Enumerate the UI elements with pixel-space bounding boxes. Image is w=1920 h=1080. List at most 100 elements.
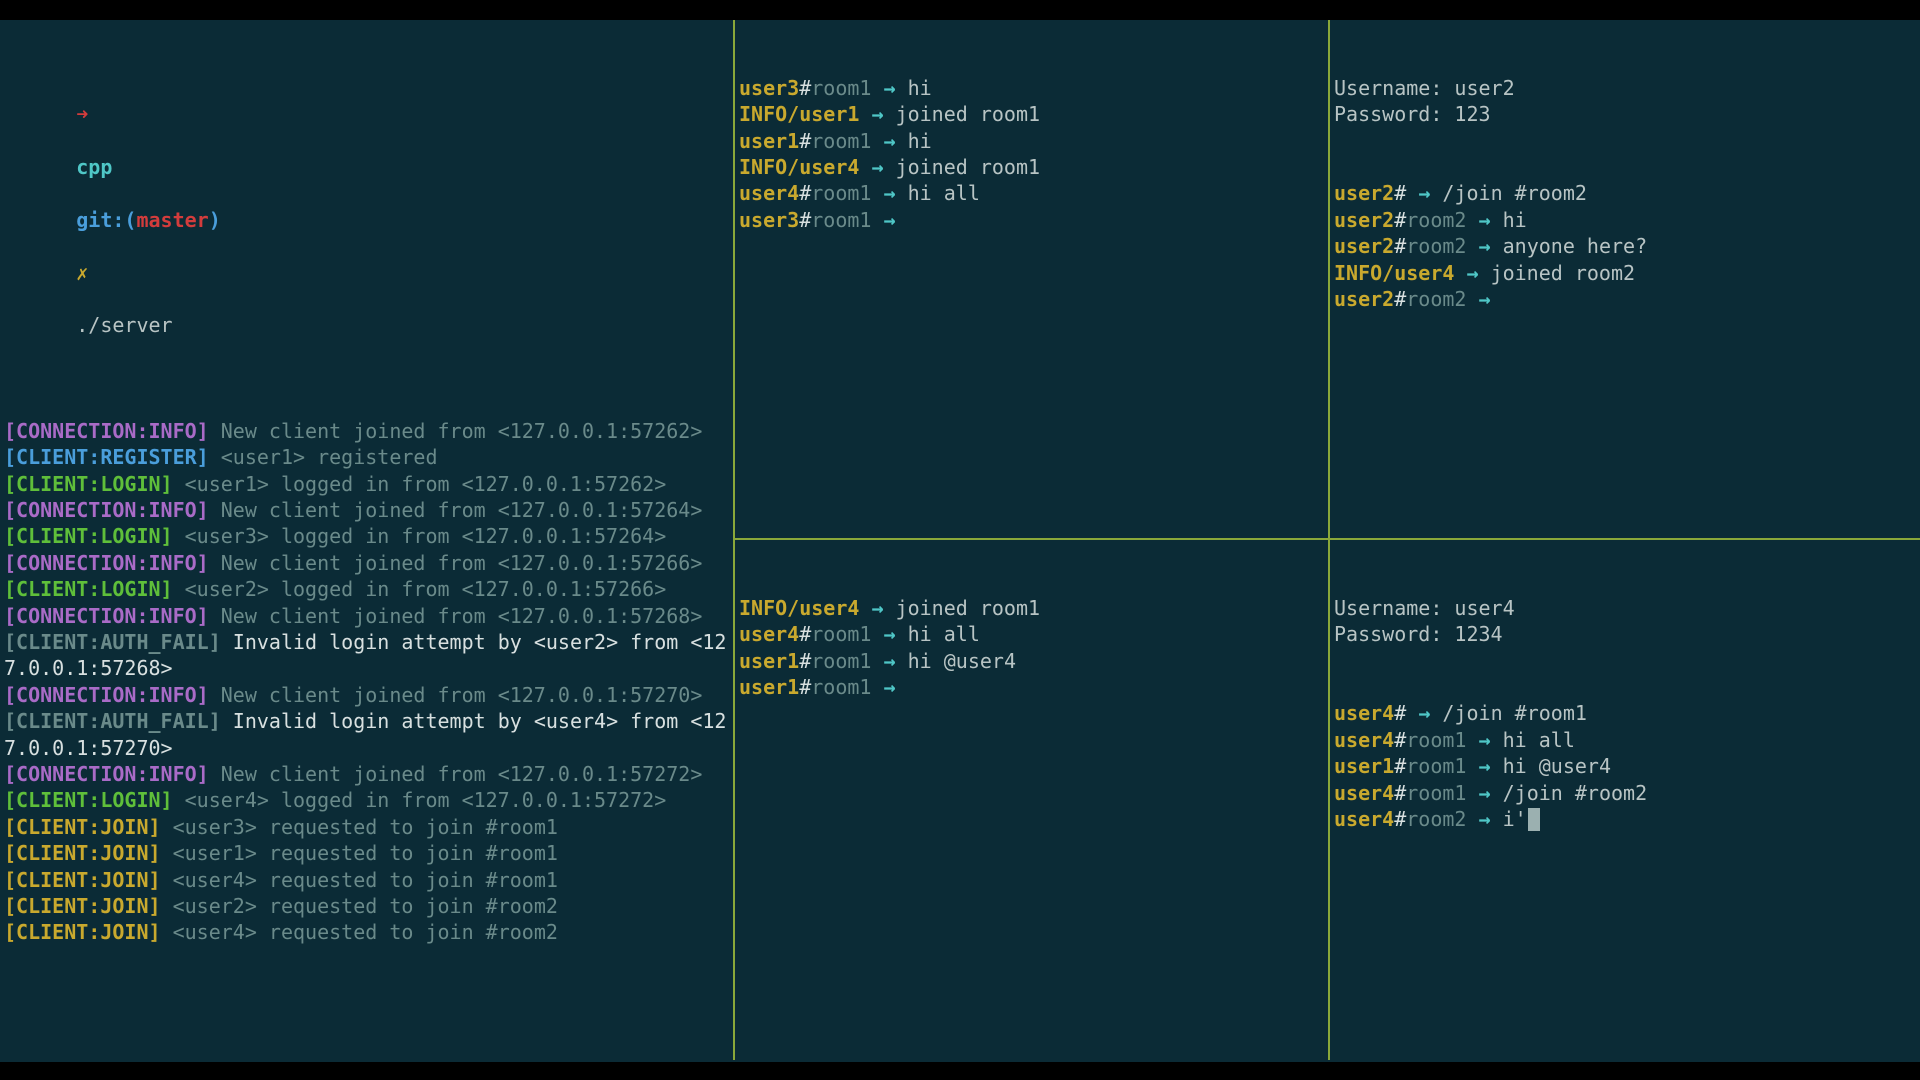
log-text: <user2> requested to join #room2 bbox=[161, 894, 558, 918]
chat-user: user1 bbox=[1334, 754, 1394, 778]
chat-user: user1 bbox=[739, 129, 799, 153]
log-text: New client joined from <127.0.0.1:57262> bbox=[209, 419, 703, 443]
chat-line: INFO/user1 → joined room1 bbox=[739, 101, 1324, 127]
chat-message: hi all bbox=[1503, 728, 1575, 752]
chat-line: user4#room2 → i' bbox=[1334, 806, 1916, 832]
login-line: Username: user2 bbox=[1334, 75, 1916, 101]
arrow-icon: → bbox=[871, 596, 883, 620]
chat-room: room2 bbox=[1406, 234, 1466, 258]
chat-room: room1 bbox=[811, 129, 871, 153]
login-line: Password: 123 bbox=[1334, 101, 1916, 127]
log-tag: [CLIENT:REGISTER] bbox=[4, 445, 209, 469]
chat-room: room1 bbox=[1406, 754, 1466, 778]
chat-message: hi all bbox=[908, 622, 980, 646]
chat-hash: # bbox=[799, 649, 811, 673]
log-text: New client joined from <127.0.0.1:57264> bbox=[209, 498, 703, 522]
chat-user: user4 bbox=[739, 181, 799, 205]
server-log-line: [CLIENT:JOIN] <user1> requested to join … bbox=[4, 840, 729, 866]
server-log-line: [CLIENT:LOGIN] <user2> logged in from <1… bbox=[4, 576, 729, 602]
prompt-command: ./server bbox=[76, 313, 172, 337]
chat-user: user2 bbox=[1334, 287, 1394, 311]
arrow-icon: → bbox=[871, 102, 883, 126]
chat-line: user4#room1 → hi all bbox=[1334, 727, 1916, 753]
chat-hash: # bbox=[1394, 208, 1406, 232]
chat-message: /join #room2 bbox=[1503, 781, 1648, 805]
chat-message: joined room1 bbox=[896, 102, 1041, 126]
arrow-icon: → bbox=[884, 181, 896, 205]
chat-line: user1#room1 → bbox=[739, 674, 1324, 700]
pane-server[interactable]: ➜ cpp git:(master) ✗ ./server [CONNECTIO… bbox=[0, 20, 735, 1060]
log-tag: [CLIENT:LOGIN] bbox=[4, 577, 173, 601]
chat-room: room1 bbox=[811, 675, 871, 699]
server-log-line: [CLIENT:REGISTER] <user1> registered bbox=[4, 444, 729, 470]
arrow-icon: → bbox=[1466, 261, 1478, 285]
chat-room: room2 bbox=[1406, 287, 1466, 311]
arrow-icon: → bbox=[1479, 754, 1491, 778]
chat-user: user4 bbox=[1334, 728, 1394, 752]
login-value: 1234 bbox=[1454, 622, 1502, 646]
chat-hash: # bbox=[1394, 754, 1406, 778]
chat-hash: # bbox=[799, 675, 811, 699]
log-text: <user3> logged in from <127.0.0.1:57264> bbox=[173, 524, 667, 548]
chat-hash: # bbox=[1394, 781, 1406, 805]
prompt-git-open: git:( bbox=[76, 208, 136, 232]
arrow-icon: → bbox=[884, 129, 896, 153]
arrow-icon: → bbox=[1479, 807, 1491, 831]
pane-client-user3[interactable]: user3#room1 → hiINFO/user1 → joined room… bbox=[735, 20, 1330, 540]
log-tag: [CLIENT:AUTH_FAIL] bbox=[4, 709, 221, 733]
chat-hash: # bbox=[799, 181, 811, 205]
log-tag: [CLIENT:JOIN] bbox=[4, 894, 161, 918]
pane-client-user1[interactable]: INFO/user4 → joined room1user4#room1 → h… bbox=[735, 540, 1330, 1060]
arrow-icon: → bbox=[884, 649, 896, 673]
login-label: Password: bbox=[1334, 622, 1454, 646]
log-text: <user2> logged in from <127.0.0.1:57266> bbox=[173, 577, 667, 601]
arrow-icon: → bbox=[884, 76, 896, 100]
arrow-icon: → bbox=[1418, 181, 1430, 205]
log-tag: [CONNECTION:INFO] bbox=[4, 604, 209, 628]
log-tag: [CLIENT:LOGIN] bbox=[4, 524, 173, 548]
arrow-icon: → bbox=[871, 155, 883, 179]
chat-info-prefix: INFO/user4 bbox=[1334, 261, 1454, 285]
log-text: New client joined from <127.0.0.1:57268> bbox=[209, 604, 703, 628]
server-log-line: [CLIENT:AUTH_FAIL] Invalid login attempt… bbox=[4, 629, 729, 682]
arrow-icon: → bbox=[884, 208, 896, 232]
chat-message: /join #room1 bbox=[1442, 701, 1587, 725]
log-text: <user4> logged in from <127.0.0.1:57272> bbox=[173, 788, 667, 812]
chat-user: user2 bbox=[1334, 181, 1394, 205]
chat-room: room1 bbox=[811, 649, 871, 673]
chat-hash: # bbox=[799, 129, 811, 153]
log-text: <user1> registered bbox=[209, 445, 438, 469]
chat-hash: # bbox=[1394, 701, 1406, 725]
login-value: user2 bbox=[1454, 76, 1514, 100]
pane-client-user2[interactable]: Username: user2Password: 123 user2# → /j… bbox=[1330, 20, 1920, 540]
chat-user: user1 bbox=[739, 649, 799, 673]
arrow-icon: → bbox=[1479, 728, 1491, 752]
log-tag: [CONNECTION:INFO] bbox=[4, 683, 209, 707]
login-line: Password: 1234 bbox=[1334, 621, 1916, 647]
chat-message: anyone here? bbox=[1503, 234, 1648, 258]
arrow-icon: → bbox=[884, 622, 896, 646]
arrow-icon: → bbox=[1479, 208, 1491, 232]
chat-hash: # bbox=[799, 208, 811, 232]
chat-line: user4# → /join #room1 bbox=[1334, 700, 1916, 726]
chat-room: room1 bbox=[811, 622, 871, 646]
login-label: Username: bbox=[1334, 596, 1454, 620]
chat-user: user2 bbox=[1334, 234, 1394, 258]
server-log-line: [CLIENT:AUTH_FAIL] Invalid login attempt… bbox=[4, 708, 729, 761]
chat-line: INFO/user4 → joined room1 bbox=[739, 154, 1324, 180]
chat-line: INFO/user4 → joined room2 bbox=[1334, 260, 1916, 286]
server-log-line: [CONNECTION:INFO] New client joined from… bbox=[4, 497, 729, 523]
server-log-line: [CLIENT:JOIN] <user3> requested to join … bbox=[4, 814, 729, 840]
chat-hash: # bbox=[1394, 728, 1406, 752]
chat-line: user2#room2 → hi bbox=[1334, 207, 1916, 233]
arrow-icon: → bbox=[1479, 287, 1491, 311]
login-value: 123 bbox=[1454, 102, 1490, 126]
chat-hash: # bbox=[1394, 807, 1406, 831]
login-line: Username: user4 bbox=[1334, 595, 1916, 621]
log-text: <user4> requested to join #room1 bbox=[161, 868, 558, 892]
chat-room: room1 bbox=[811, 181, 871, 205]
arrow-icon: → bbox=[884, 675, 896, 699]
pane-client-user4[interactable]: Username: user4Password: 1234 user4# → /… bbox=[1330, 540, 1920, 1060]
chat-message: joined room1 bbox=[896, 596, 1041, 620]
log-tag: [CLIENT:LOGIN] bbox=[4, 788, 173, 812]
